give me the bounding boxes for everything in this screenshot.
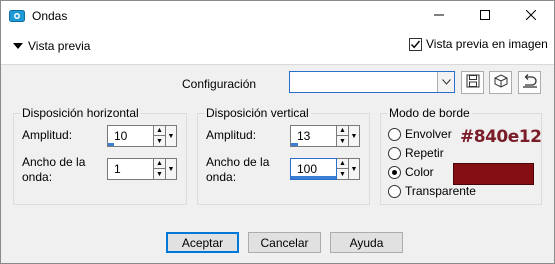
config-select[interactable] bbox=[289, 71, 455, 93]
title-bar: Ondas bbox=[1, 1, 554, 31]
reset-button[interactable] bbox=[518, 71, 541, 94]
edge-option-color[interactable]: Color bbox=[388, 165, 434, 179]
edge-mode-group: Modo de borde Envolver Repetir Color Tra… bbox=[380, 106, 542, 205]
radio-transparente[interactable] bbox=[388, 184, 401, 198]
color-swatch[interactable] bbox=[453, 163, 534, 185]
preview-toggle[interactable]: Vista previa bbox=[13, 39, 90, 53]
stepper-buttons[interactable]: ▲ ▼ bbox=[337, 158, 349, 180]
arrow-up-icon[interactable]: ▲ bbox=[154, 159, 165, 169]
edge-mode-title: Modo de borde bbox=[387, 106, 472, 120]
edge-option-envolver[interactable]: Envolver bbox=[388, 127, 452, 141]
horizontal-wavelength-label-1: Ancho de la bbox=[22, 155, 86, 169]
chevron-down-icon[interactable]: ▼ bbox=[166, 158, 177, 180]
vertical-wavelength-bar bbox=[291, 176, 336, 179]
vertical-wavelength-spinner[interactable]: 100 ▲ ▼ ▼ bbox=[290, 158, 360, 180]
edge-option-label: Transparente bbox=[405, 184, 476, 198]
edge-option-transparente[interactable]: Transparente bbox=[388, 184, 476, 198]
vertical-group: Disposición vertical Amplitud: 13 ▲ ▼ ▼ … bbox=[197, 106, 370, 205]
radio-repetir[interactable] bbox=[388, 146, 401, 160]
vertical-amplitude-bar bbox=[291, 143, 298, 146]
preview-strip: Vista previa Vista previa en imagen bbox=[1, 31, 554, 65]
vertical-wavelength-value: 100 bbox=[297, 162, 318, 176]
arrow-down-icon[interactable]: ▼ bbox=[337, 169, 348, 179]
chevron-down-icon[interactable]: ▼ bbox=[166, 125, 177, 147]
stepper-buttons[interactable]: ▲ ▼ bbox=[154, 158, 166, 180]
vertical-amplitude-value: 13 bbox=[297, 129, 311, 143]
color-hex-label: #840e12 bbox=[460, 127, 542, 147]
vertical-wavelength-label-1: Ancho de la bbox=[206, 155, 270, 169]
edge-option-label: Envolver bbox=[405, 127, 452, 141]
radio-color[interactable] bbox=[388, 165, 401, 179]
triangle-down-icon bbox=[13, 43, 23, 49]
save-preset-button[interactable] bbox=[461, 71, 484, 94]
horizontal-wavelength-value: 1 bbox=[114, 162, 121, 176]
horizontal-amplitude-bar bbox=[108, 143, 114, 146]
horizontal-amplitude-label: Amplitud: bbox=[22, 128, 73, 142]
help-button[interactable]: Ayuda bbox=[330, 232, 403, 253]
preview-in-image-option[interactable]: Vista previa en imagen bbox=[409, 37, 548, 51]
preview-in-image-checkbox[interactable] bbox=[409, 37, 422, 51]
edge-option-repetir[interactable]: Repetir bbox=[388, 146, 444, 160]
close-icon bbox=[525, 9, 537, 23]
horizontal-group: Disposición horizontal Amplitud: 10 ▲ ▼ … bbox=[13, 106, 187, 205]
horizontal-group-title: Disposición horizontal bbox=[20, 106, 141, 120]
horizontal-amplitude-value: 10 bbox=[114, 129, 128, 143]
arrow-up-icon[interactable]: ▲ bbox=[337, 126, 348, 136]
horizontal-wavelength-label-2: onda: bbox=[22, 170, 53, 184]
horizontal-amplitude-input[interactable]: 10 bbox=[107, 125, 154, 147]
ok-button[interactable]: Aceptar bbox=[166, 232, 239, 253]
minimize-button[interactable] bbox=[416, 1, 462, 31]
vertical-amplitude-spinner[interactable]: 13 ▲ ▼ ▼ bbox=[290, 125, 360, 147]
stepper-buttons[interactable]: ▲ ▼ bbox=[337, 125, 349, 147]
chevron-down-icon[interactable]: ▼ bbox=[349, 158, 360, 180]
radio-envolver[interactable] bbox=[388, 127, 401, 141]
maximize-button[interactable] bbox=[462, 1, 508, 31]
randomize-button[interactable] bbox=[489, 71, 512, 94]
preview-in-image-label: Vista previa en imagen bbox=[426, 37, 548, 51]
close-button[interactable] bbox=[508, 1, 554, 31]
chevron-down-icon[interactable] bbox=[437, 72, 454, 92]
window-title: Ondas bbox=[32, 9, 68, 23]
chevron-down-icon[interactable]: ▼ bbox=[349, 125, 360, 147]
maximize-icon bbox=[480, 9, 490, 23]
arrow-up-icon[interactable]: ▲ bbox=[154, 126, 165, 136]
vertical-wavelength-label-2: onda: bbox=[206, 170, 237, 184]
dialog-window: Ondas Vista previa Vista previa en image… bbox=[0, 0, 555, 264]
stepper-buttons[interactable]: ▲ ▼ bbox=[154, 125, 166, 147]
config-label: Configuración bbox=[182, 77, 257, 91]
vertical-group-title: Disposición vertical bbox=[204, 106, 311, 120]
edge-option-label: Color bbox=[405, 165, 434, 179]
app-icon bbox=[9, 8, 25, 24]
save-icon bbox=[466, 74, 480, 91]
horizontal-wavelength-spinner[interactable]: 1 ▲ ▼ ▼ bbox=[107, 158, 177, 180]
arrow-up-icon[interactable]: ▲ bbox=[337, 159, 348, 169]
cancel-button[interactable]: Cancelar bbox=[248, 232, 321, 253]
horizontal-wavelength-input[interactable]: 1 bbox=[107, 158, 154, 180]
arrow-down-icon[interactable]: ▼ bbox=[154, 169, 165, 179]
preview-toggle-label: Vista previa bbox=[28, 39, 91, 53]
edge-option-label: Repetir bbox=[405, 146, 444, 160]
cube-icon bbox=[494, 74, 508, 91]
vertical-amplitude-label: Amplitud: bbox=[206, 128, 257, 142]
reset-icon bbox=[522, 74, 538, 91]
minimize-icon bbox=[434, 9, 444, 23]
arrow-down-icon[interactable]: ▼ bbox=[154, 136, 165, 146]
arrow-down-icon[interactable]: ▼ bbox=[337, 136, 348, 146]
horizontal-amplitude-spinner[interactable]: 10 ▲ ▼ ▼ bbox=[107, 125, 177, 147]
checkmark-icon bbox=[410, 40, 421, 48]
